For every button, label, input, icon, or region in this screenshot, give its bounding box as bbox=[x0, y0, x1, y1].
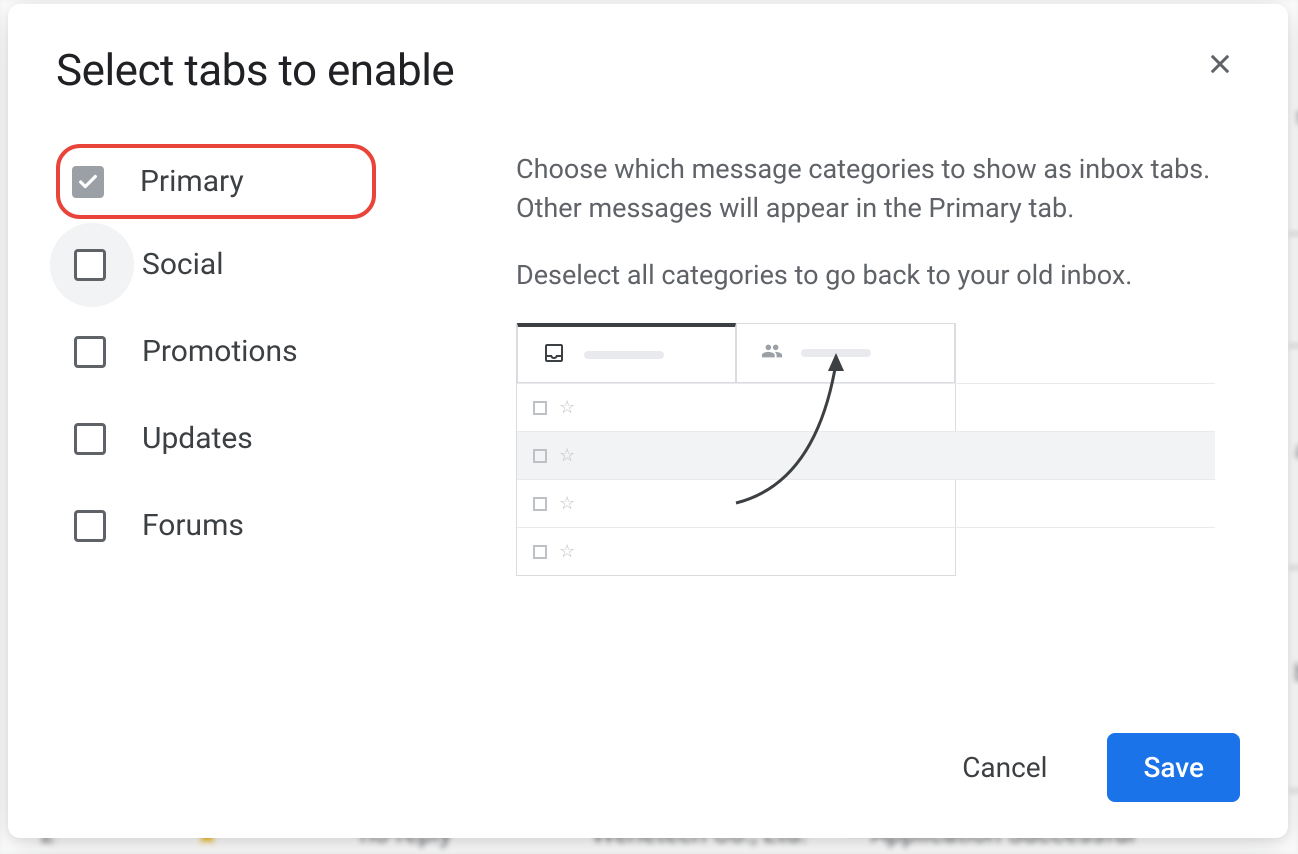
dialog-header: Select tabs to enable bbox=[56, 44, 1240, 96]
dialog-body: Primary Social Promotions Updates Forums bbox=[56, 144, 1240, 713]
option-label-social: Social bbox=[142, 247, 224, 282]
option-promotions[interactable]: Promotions bbox=[56, 314, 436, 389]
preview-illustration: ☆ ☆ ☆ ☆ bbox=[516, 323, 956, 576]
description-text-2: Deselect all categories to go back to yo… bbox=[516, 256, 1240, 295]
option-primary[interactable]: Primary bbox=[56, 144, 376, 219]
options-column: Primary Social Promotions Updates Forums bbox=[56, 144, 436, 713]
checkbox-primary bbox=[72, 166, 104, 198]
check-icon bbox=[77, 171, 99, 193]
dialog-footer: Cancel Save bbox=[56, 733, 1240, 802]
people-icon bbox=[761, 340, 783, 366]
option-label-updates: Updates bbox=[142, 421, 253, 456]
checkbox-social[interactable] bbox=[74, 249, 106, 281]
checkbox-forums[interactable] bbox=[74, 510, 106, 542]
preview-rows: ☆ ☆ ☆ ☆ bbox=[517, 383, 1215, 575]
preview-tab-primary bbox=[517, 323, 736, 383]
select-tabs-dialog: Select tabs to enable Primary Social bbox=[8, 4, 1288, 838]
option-forums[interactable]: Forums bbox=[56, 488, 436, 563]
preview-container: ☆ ☆ ☆ ☆ bbox=[516, 323, 1216, 576]
close-button[interactable] bbox=[1200, 44, 1240, 87]
option-label-promotions: Promotions bbox=[142, 334, 298, 369]
cancel-button[interactable]: Cancel bbox=[926, 733, 1083, 802]
option-updates[interactable]: Updates bbox=[56, 401, 436, 476]
save-button[interactable]: Save bbox=[1107, 733, 1240, 802]
inbox-icon bbox=[542, 341, 566, 369]
checkbox-promotions[interactable] bbox=[74, 336, 106, 368]
option-social[interactable]: Social bbox=[56, 227, 436, 302]
preview-tab-social bbox=[736, 323, 955, 383]
checkbox-updates[interactable] bbox=[74, 423, 106, 455]
preview-tabs bbox=[517, 323, 955, 383]
description-text-1: Choose which message categories to show … bbox=[516, 150, 1240, 228]
option-label-forums: Forums bbox=[142, 508, 244, 543]
description-column: Choose which message categories to show … bbox=[516, 144, 1240, 713]
close-icon bbox=[1206, 50, 1234, 78]
option-label-primary: Primary bbox=[140, 164, 244, 199]
dialog-title: Select tabs to enable bbox=[56, 44, 454, 96]
